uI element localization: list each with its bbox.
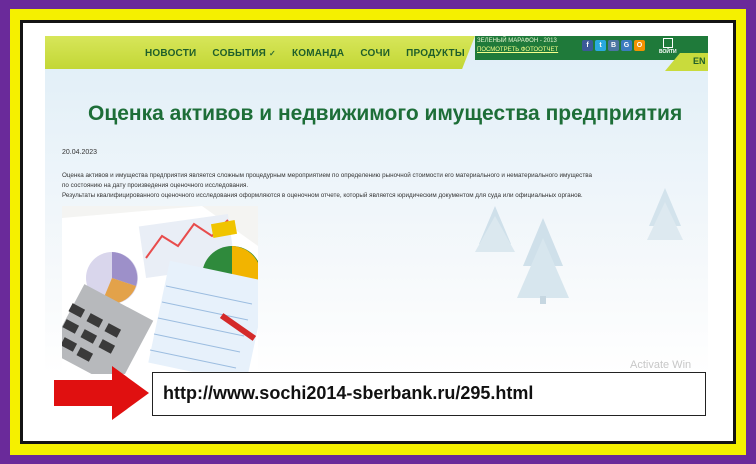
language-switch[interactable]: EN: [693, 56, 706, 66]
url-caption: http://www.sochi2014-sberbank.ru/295.htm…: [163, 383, 534, 403]
url-caption-box: http://www.sochi2014-sberbank.ru/295.htm…: [152, 372, 706, 416]
nav-item-team[interactable]: КОМАНДА: [292, 48, 344, 59]
snow-tree-icon: [517, 218, 569, 304]
marathon-text: ЗЕЛЕНЫЙ МАРАФОН - 2013: [477, 38, 557, 44]
red-arrow-icon: [54, 366, 149, 420]
chevron-down-icon: ✓: [269, 49, 276, 58]
facebook-icon[interactable]: f: [582, 40, 593, 51]
login-icon[interactable]: [663, 38, 673, 48]
main-nav: НОВОСТИ СОБЫТИЯ ✓ КОМАНДА СОЧИ ПРОДУКТЫ: [145, 48, 465, 59]
photo-report-link[interactable]: ПОСМОТРЕТЬ ФОТООТЧЕТ: [477, 47, 558, 53]
article-line: Результаты квалифицированного оценочного…: [62, 192, 583, 199]
website-screenshot: НОВОСТИ СОБЫТИЯ ✓ КОМАНДА СОЧИ ПРОДУКТЫ З…: [45, 36, 708, 374]
nav-item-news[interactable]: НОВОСТИ: [145, 48, 196, 59]
nav-item-sochi[interactable]: СОЧИ: [360, 48, 390, 59]
login-button[interactable]: ВОЙТИ: [659, 49, 677, 55]
nav-item-products[interactable]: ПРОДУКТЫ: [406, 48, 465, 59]
nav-item-events-label: СОБЫТИЯ: [212, 48, 267, 59]
snow-tree-icon: [647, 188, 683, 240]
activation-watermark: Activate Win: [630, 359, 692, 371]
article-line: по состоянию на дату произведения оценоч…: [62, 182, 249, 189]
social-icons: f t В G О: [582, 40, 645, 51]
page-title: Оценка активов и недвижимого имущества п…: [88, 102, 683, 125]
article-line: Оценка активов и имущества предприятия я…: [62, 172, 592, 179]
finance-documents-photo: [62, 206, 258, 374]
google-icon[interactable]: G: [621, 40, 632, 51]
article-text: Оценка активов и имущества предприятия я…: [62, 171, 682, 201]
article-date: 20.04.2023: [62, 149, 98, 156]
twitter-icon[interactable]: t: [595, 40, 606, 51]
odnoklassniki-icon[interactable]: О: [634, 40, 645, 51]
vkontakte-icon[interactable]: В: [608, 40, 619, 51]
nav-item-events[interactable]: СОБЫТИЯ ✓: [212, 48, 276, 59]
snow-tree-icon: [475, 206, 515, 252]
